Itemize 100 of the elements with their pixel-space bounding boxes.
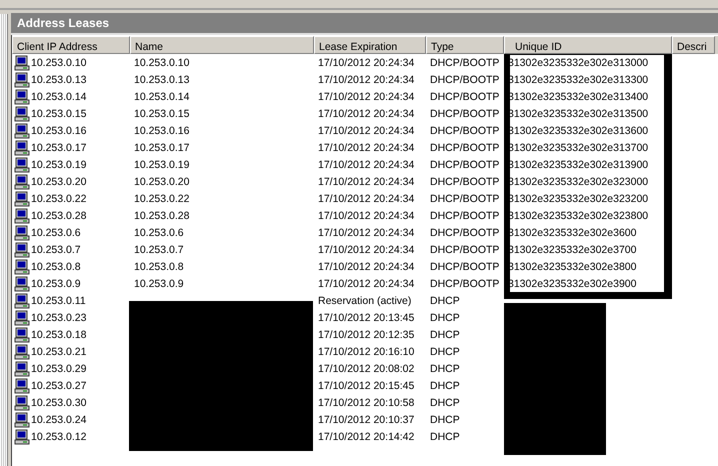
table-cell: 31302e3235332e302e313500 [508, 108, 648, 120]
computer-icon [14, 310, 30, 326]
table-cell: DHCP [430, 294, 460, 306]
table-cell: 17/10/2012 20:10:37 [318, 414, 414, 426]
computer-icon [14, 360, 30, 376]
table-cell: 17/10/2012 20:15:45 [318, 380, 414, 392]
computer-icon [14, 292, 30, 308]
table-cell: 31302e3235332e302e3800 [508, 260, 636, 272]
table-cell: DHCP/BOOTP [430, 56, 500, 68]
computer-icon [14, 412, 30, 428]
column-header[interactable]: Client IP Address [12, 36, 130, 54]
computer-icon [14, 224, 30, 240]
computer-icon [14, 276, 30, 292]
ip-address: 10.253.0.11 [31, 294, 86, 306]
computer-icon [14, 394, 30, 410]
table-cell: DHCP/BOOTP [430, 176, 500, 188]
table-cell: DHCP/BOOTP [430, 90, 500, 102]
table-cell: DHCP/BOOTP [430, 142, 500, 154]
ip-address: 10.253.0.27 [31, 380, 86, 392]
table-cell: 10.253.0.22 [134, 192, 190, 204]
table-cell: DHCP [430, 396, 460, 408]
computer-icon [14, 174, 30, 190]
table-cell: 10.253.0.15 [134, 108, 190, 120]
table-cell: 17/10/2012 20:13:45 [318, 312, 414, 324]
table-cell: 31302e3235332e302e3700 [508, 244, 636, 256]
table-cell: 31302e3235332e302e313900 [508, 158, 648, 170]
computer-icon [14, 344, 30, 360]
table-cell: 10.253.0.17 [134, 142, 190, 154]
table-cell: 17/10/2012 20:24:34 [318, 260, 414, 272]
table-cell: DHCP/BOOTP [430, 244, 500, 256]
table-cell: 17/10/2012 20:24:34 [318, 90, 414, 102]
column-header[interactable]: Name [130, 36, 314, 54]
table-cell: 31302e3235332e302e313700 [508, 142, 648, 154]
table-cell: DHCP [430, 312, 460, 324]
computer-icon [14, 72, 30, 88]
ip-address: 10.253.0.16 [31, 124, 86, 136]
computer-icon [14, 258, 30, 274]
table-cell: 17/10/2012 20:14:42 [318, 430, 414, 442]
table-cell: 17/10/2012 20:24:34 [318, 176, 414, 188]
table-cell: 10.253.0.6 [134, 226, 184, 238]
table-cell: DHCP/BOOTP [430, 192, 500, 204]
computer-icon [14, 208, 30, 224]
table-cell: DHCP [430, 362, 460, 374]
table-cell: 17/10/2012 20:24:34 [318, 226, 414, 238]
table-cell: DHCP/BOOTP [430, 260, 500, 272]
ip-address: 10.253.0.15 [31, 108, 86, 120]
ip-address: 10.253.0.9 [31, 278, 81, 290]
table-cell: DHCP/BOOTP [430, 210, 500, 222]
ip-address: 10.253.0.24 [31, 414, 86, 426]
table-cell: 17/10/2012 20:12:35 [318, 328, 414, 340]
table-cell: DHCP/BOOTP [430, 226, 500, 238]
ip-address: 10.253.0.7 [31, 244, 81, 256]
computer-icon [14, 378, 30, 394]
ip-address: 10.253.0.29 [31, 362, 86, 374]
table-cell: 10.253.0.14 [134, 90, 190, 102]
table-cell: 31302e3235332e302e313300 [508, 74, 648, 86]
computer-icon [14, 190, 30, 206]
computer-icon [14, 140, 30, 156]
ip-address: 10.253.0.17 [31, 142, 86, 154]
computer-icon [14, 122, 30, 138]
table-cell: 17/10/2012 20:24:34 [318, 192, 414, 204]
computer-icon [14, 242, 30, 258]
computer-icon [14, 88, 30, 104]
ip-address: 10.253.0.20 [31, 176, 86, 188]
table-cell: 31302e3235332e302e323800 [508, 210, 648, 222]
table-cell: 31302e3235332e302e323000 [508, 176, 648, 188]
table-cell: 17/10/2012 20:24:34 [318, 108, 414, 120]
table-cell: 10.253.0.19 [134, 158, 190, 170]
table-cell: 17/10/2012 20:24:34 [318, 56, 414, 68]
ip-address: 10.253.0.21 [31, 346, 86, 358]
table-cell: 10.253.0.20 [134, 176, 190, 188]
table-cell: 17/10/2012 20:10:58 [318, 396, 414, 408]
column-header[interactable]: Lease Expiration [314, 36, 426, 54]
column-header[interactable]: Descri [672, 36, 715, 54]
table-cell: 31302e3235332e302e313000 [508, 56, 648, 68]
table-cell: DHCP [430, 328, 460, 340]
computer-icon [14, 428, 30, 444]
ip-address: 10.253.0.12 [31, 430, 86, 442]
column-header[interactable]: Unique ID [504, 36, 672, 54]
computer-icon [14, 326, 30, 342]
computer-icon [14, 54, 30, 70]
ip-address: 10.253.0.18 [31, 328, 86, 340]
table-cell: DHCP [430, 380, 460, 392]
table-cell: 17/10/2012 20:24:34 [318, 278, 414, 290]
table-cell: DHCP/BOOTP [430, 108, 500, 120]
table-cell: 17/10/2012 20:08:02 [318, 362, 414, 374]
ip-address: 10.253.0.6 [31, 226, 81, 238]
table-cell: 17/10/2012 20:24:34 [318, 210, 414, 222]
table-cell: 31302e3235332e302e313600 [508, 124, 648, 136]
ip-address: 10.253.0.8 [31, 260, 81, 272]
column-header[interactable]: Type [426, 36, 504, 54]
table-cell: DHCP [430, 430, 460, 442]
table-cell: 17/10/2012 20:16:10 [318, 346, 414, 358]
table-cell: Reservation (active) [318, 294, 412, 306]
ip-address: 10.253.0.19 [31, 158, 86, 170]
table-cell: 17/10/2012 20:24:34 [318, 124, 414, 136]
table-cell: 17/10/2012 20:24:34 [318, 244, 414, 256]
table-cell: 31302e3235332e302e313400 [508, 90, 648, 102]
table-cell: 10.253.0.7 [134, 244, 184, 256]
table-cell: 10.253.0.16 [134, 124, 190, 136]
